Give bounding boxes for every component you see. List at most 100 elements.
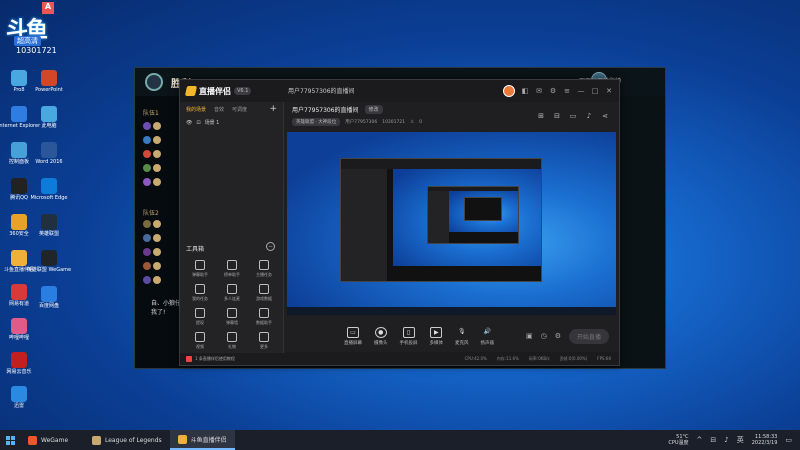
network-icon[interactable]: ⊟: [710, 436, 716, 444]
desktop-icon[interactable]: 斗鱼直播伴侣: [2, 250, 36, 273]
toolbox-item[interactable]: 榜单助手: [216, 260, 248, 278]
tutorial-link[interactable]: 1 条直播伴侣使用教程: [180, 353, 284, 365]
tool-icon: [259, 308, 269, 318]
desktop-icon[interactable]: Pro8: [2, 70, 36, 93]
start-live-button[interactable]: 开始直播: [568, 328, 609, 344]
category-chip[interactable]: 英雄联盟 · 大神段位: [292, 118, 341, 126]
source-camera-button[interactable]: ● 摄像头: [374, 326, 388, 346]
tutorial-icon: [186, 356, 192, 362]
desktop-icon[interactable]: 哔哩哔哩: [2, 318, 36, 341]
desktop-icon-label: 百度网盘: [38, 303, 59, 309]
desktop-icon[interactable]: 腾讯QQ: [2, 178, 36, 201]
skin-icon[interactable]: ◧: [521, 87, 529, 95]
toolbox-item[interactable]: 多人连麦: [216, 284, 248, 302]
settings-icon[interactable]: ⚙: [549, 87, 557, 95]
ime-icon[interactable]: 英: [737, 435, 744, 445]
desktop-icon-label: Pro8: [13, 87, 25, 93]
toolbox-item[interactable]: 游戏数据: [248, 284, 280, 302]
desktop-icon[interactable]: 英雄联盟 WeGame: [27, 250, 71, 273]
bell-icon[interactable]: ♪: [585, 112, 593, 120]
scene-label: 场景 1: [204, 120, 220, 126]
clock[interactable]: 11:58:33 2022/3/19: [752, 434, 778, 446]
desktop-icon[interactable]: 360安全: [2, 214, 36, 237]
desktop-icon[interactable]: 控制面板: [2, 142, 36, 165]
tab-sound-effects[interactable]: 音效: [214, 106, 224, 113]
taskbar-app[interactable]: WeGame: [20, 430, 84, 450]
weather-widget[interactable]: 51°C CPU温度: [668, 434, 688, 446]
eye-icon[interactable]: 👁: [186, 120, 192, 126]
toolbox-item[interactable]: 视频: [184, 332, 216, 350]
toolbox-item[interactable]: 更多: [248, 332, 280, 350]
desktop-icon-label: 腾讯QQ: [10, 195, 28, 201]
nested-preview-1: [340, 158, 542, 282]
source-screen-button[interactable]: ▭ 直播屏幕: [344, 326, 362, 346]
menu-icon[interactable]: ≡: [563, 87, 571, 95]
live-preview[interactable]: [287, 132, 616, 315]
shop-icon[interactable]: ⊟: [553, 112, 561, 120]
tab-my-scenes[interactable]: 我的场景: [186, 106, 206, 113]
desktop-icon[interactable]: 百度网盘: [32, 286, 66, 309]
desktop-icon[interactable]: Word 2016: [32, 142, 66, 165]
edit-room-button[interactable]: 修改: [364, 105, 383, 114]
player-row: [143, 274, 181, 286]
desktop-icon[interactable]: 英雄联盟: [32, 214, 66, 237]
toolbox-item[interactable]: 主播任务: [248, 260, 280, 278]
app-icon: [11, 250, 27, 266]
toolbox-item[interactable]: 我的任务: [184, 284, 216, 302]
player-row: [143, 260, 181, 272]
desktop-icon[interactable]: PowerPoint: [32, 70, 66, 93]
toolbox-collapse-icon[interactable]: −: [266, 242, 275, 251]
source-media-button[interactable]: ▶ 多媒体: [430, 326, 443, 346]
taskbar-app[interactable]: League of Legends: [84, 430, 170, 450]
tool-label: 礼物: [228, 344, 236, 349]
source-speaker-button[interactable]: 🔊 扬声器: [481, 327, 495, 346]
clock-date: 2022/3/19: [751, 440, 778, 446]
tool-label: 弹幕助手: [192, 272, 208, 277]
lock-icon[interactable]: ⊡: [196, 120, 200, 126]
desktop-icon[interactable]: 网易有道: [2, 284, 36, 307]
media-icon: ▶: [430, 326, 443, 338]
desktop-icon[interactable]: Microsoft Edge: [31, 178, 67, 201]
toolbox-item[interactable]: 弹幕助手: [184, 260, 216, 278]
source-phone-button[interactable]: ▯ 手机投屏: [400, 326, 418, 346]
add-scene-icon[interactable]: +: [269, 104, 277, 114]
version-chip[interactable]: V6.1: [234, 87, 252, 95]
share-icon[interactable]: ⋖: [601, 112, 609, 120]
scene-item[interactable]: 👁 ⊡ 场景 1: [180, 116, 283, 129]
toolbox-item[interactable]: 礼物: [216, 332, 248, 350]
tool-icon: [195, 284, 205, 294]
minimize-icon[interactable]: —: [577, 87, 585, 95]
volume-icon[interactable]: ♪: [724, 436, 728, 444]
app-icon: [11, 352, 27, 368]
tray-chevron-icon[interactable]: ^: [697, 436, 703, 444]
desktop-icon[interactable]: 网易云音乐: [2, 352, 36, 375]
settings-gear-icon[interactable]: ⚙: [555, 332, 561, 340]
desktop-icon[interactable]: 迅雷: [2, 386, 36, 409]
message-icon[interactable]: ✉: [535, 87, 543, 95]
streaming-app-window[interactable]: 直播伴侣 V6.1 ◧ ✉ ⚙ ≡ — □ ✕ 我的场景 音效 可调度 + 👁 …: [179, 79, 620, 366]
taskbar-app[interactable]: 斗鱼直播伴侣: [169, 430, 235, 450]
preview-taskbar: [287, 307, 616, 315]
gift-icon[interactable]: ⊞: [537, 112, 545, 120]
source-mic-button[interactable]: 🎙 麦克风: [455, 327, 469, 346]
player-row: [143, 134, 181, 146]
toolbox-item[interactable]: 提现: [184, 308, 216, 326]
timer-icon[interactable]: ◷: [541, 332, 547, 340]
team1-list: [143, 120, 181, 190]
logo-icon: [184, 86, 198, 96]
toolbox-item[interactable]: 弹幕墙: [216, 308, 248, 326]
start-button[interactable]: [0, 430, 20, 450]
desktop-icon[interactable]: Internet Explorer: [0, 106, 40, 129]
maximize-icon[interactable]: □: [591, 87, 599, 95]
record-icon[interactable]: ▣: [526, 332, 533, 340]
user-name: 用户77957306: [345, 120, 378, 125]
toolbox-item[interactable]: 数据助手: [248, 308, 280, 326]
notification-icon[interactable]: ▭: [785, 436, 792, 444]
tab-adjustable[interactable]: 可调度: [232, 106, 247, 113]
screen-icon[interactable]: ▭: [569, 112, 577, 120]
phone-icon: ▯: [402, 326, 415, 338]
app-icon: [11, 386, 27, 402]
player-row: [143, 162, 181, 174]
close-icon[interactable]: ✕: [605, 87, 613, 95]
user-avatar[interactable]: [503, 85, 515, 97]
